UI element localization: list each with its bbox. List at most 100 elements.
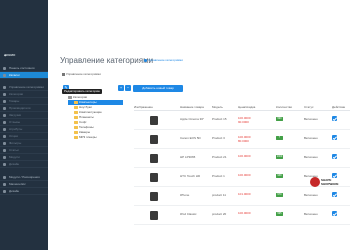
section-label-text: Управление категориями — [66, 72, 101, 76]
special-price: 90.0000 — [238, 120, 249, 124]
sidebar-item-label: Модули / Расширения — [9, 175, 40, 179]
table-row: iPhone product 11 101.0000 970 Включено — [134, 187, 350, 206]
sidebar-item[interactable]: Каталог — [0, 72, 48, 79]
product-name: iPod Classic — [180, 212, 197, 216]
status-text: Включено — [304, 155, 318, 159]
add-product-button[interactable]: Добавить новый товар — [133, 85, 183, 92]
quantity-badge: 970 — [276, 193, 283, 197]
nav-icon — [3, 107, 6, 110]
product-image — [150, 135, 158, 144]
sidebar-item[interactable]: Дизайн — [0, 161, 48, 168]
logo: ◆DEMO — [4, 53, 16, 57]
tree-node[interactable]: MP3 плееры — [68, 135, 123, 140]
folder-icon — [74, 115, 78, 119]
info-icon — [144, 58, 147, 62]
table-row: Canon EOS 5D Product 3 100.0000 80.0000 7 Вкл… — [134, 130, 350, 149]
sidebar-item[interactable]: Управление категориями — [0, 84, 48, 91]
sidebar-item[interactable]: Модули / Расширения — [0, 174, 48, 181]
tree-node-label: Категории — [73, 95, 88, 99]
edit-checkbox[interactable] — [332, 116, 337, 121]
table-row: iPod Classic product 20 100.0000 995 Включен… — [134, 206, 350, 225]
quantity-badge: 1000 — [276, 155, 283, 159]
special-price: 80.0000 — [238, 139, 249, 143]
sidebar-item[interactable]: Отзывы — [0, 119, 48, 126]
nav-icon — [3, 135, 6, 138]
folder-icon — [74, 125, 78, 129]
watermark-text: SHAPE SHOPWARE — [321, 178, 339, 186]
sidebar-item[interactable]: Производители — [0, 105, 48, 112]
product-price: 100.0000 80.0000 — [238, 135, 251, 143]
nav-icon — [3, 142, 6, 145]
quantity-badge: 995 — [276, 212, 283, 216]
sidebar-item[interactable]: Загрузки — [0, 112, 48, 119]
price-value: 100.0000 — [238, 211, 251, 215]
sidebar-item-label: Товары — [9, 99, 20, 103]
sidebar-item-label: Магазин Etc — [9, 182, 26, 186]
product-model: Product 21 — [212, 155, 227, 159]
product-price: 100.0000 — [238, 173, 251, 177]
sidebar-item-label: Управление категориями — [9, 85, 44, 89]
status-text: Включено — [304, 117, 318, 121]
nav-icon — [3, 100, 6, 103]
sidebar-item[interactable]: Панель состояния — [0, 65, 48, 72]
watermark-badge — [310, 177, 320, 187]
nav-icon — [3, 183, 6, 186]
product-price: 100.0000 — [238, 154, 251, 158]
nav-icon — [3, 121, 6, 124]
quantity-badge: 939 — [276, 174, 283, 178]
status-text: Включено — [304, 193, 318, 197]
column-header[interactable]: Действие — [332, 105, 345, 109]
product-name: Apple Cinema 30" — [180, 117, 205, 121]
sidebar-item[interactable]: Дизайн — [0, 188, 48, 195]
column-header[interactable]: Изображение — [134, 105, 153, 109]
product-price: 100.0000 90.0000 — [238, 116, 251, 124]
watermark-line2: SHOPWARE — [321, 182, 339, 186]
nav-icon — [3, 93, 6, 96]
column-header[interactable]: Цена/скидка — [238, 105, 255, 109]
list-icon — [62, 72, 65, 76]
edit-checkbox[interactable] — [332, 135, 337, 140]
main-content: Управление категориями Управление катего… — [48, 0, 350, 250]
sidebar-item-label: Атрибуты — [9, 127, 23, 131]
sidebar-item[interactable]: Фильтры — [0, 140, 48, 147]
breadcrumb-link[interactable]: Управление категориями — [144, 58, 183, 62]
nav-icon — [3, 128, 6, 131]
table-header: Изображение Название товара Модель Цена/ски… — [134, 103, 350, 111]
sidebar-item[interactable]: Категории — [0, 91, 48, 98]
watermark-logo: SHAPE SHOPWARE — [310, 177, 350, 187]
product-price: 100.0000 — [238, 211, 251, 215]
column-header[interactable]: Количество — [276, 105, 292, 109]
edit-checkbox[interactable] — [332, 211, 337, 216]
quantity-badge: 990 — [276, 117, 283, 121]
tree-node-label: Планшеты — [79, 115, 94, 119]
sidebar-item[interactable]: Опции — [0, 133, 48, 140]
edit-checkbox[interactable] — [332, 192, 337, 197]
collapse-button[interactable]: − — [125, 85, 131, 91]
sidebar-item[interactable]: Товары — [0, 98, 48, 105]
page-title: Управление категориями — [60, 56, 154, 65]
sidebar-item-label: Производители — [9, 106, 31, 110]
nav-icon — [3, 149, 6, 152]
sidebar-item-label: Категории — [9, 92, 24, 96]
column-header[interactable]: Модель — [212, 105, 223, 109]
expand-button[interactable]: + — [118, 85, 124, 91]
product-image — [150, 116, 158, 125]
product-image — [150, 192, 158, 201]
status-text: Включено — [304, 136, 318, 140]
product-name: HTC Touch HD — [180, 174, 201, 178]
column-header[interactable]: Статус — [304, 105, 313, 109]
sidebar-item[interactable]: Атрибуты — [0, 126, 48, 133]
edit-checkbox[interactable] — [332, 154, 337, 159]
nav-icon — [3, 156, 6, 159]
sidebar-item[interactable]: Статьи — [0, 147, 48, 154]
column-header[interactable]: Название товара — [180, 105, 204, 109]
product-image — [150, 154, 158, 163]
product-model: product 11 — [212, 193, 226, 197]
folder-icon — [68, 95, 72, 99]
sidebar-item[interactable]: Модули — [0, 154, 48, 161]
table-row: HP LP3065 Product 21 100.0000 1000 Включено — [134, 149, 350, 168]
tooltip: Редактировать категорию — [62, 89, 102, 94]
tree-node-label: Комплектующие — [79, 110, 102, 114]
sidebar-item[interactable]: Магазин Etc — [0, 181, 48, 188]
category-tree: Категории Компьютеры Ноутбуки Комплектующие… — [68, 95, 123, 140]
